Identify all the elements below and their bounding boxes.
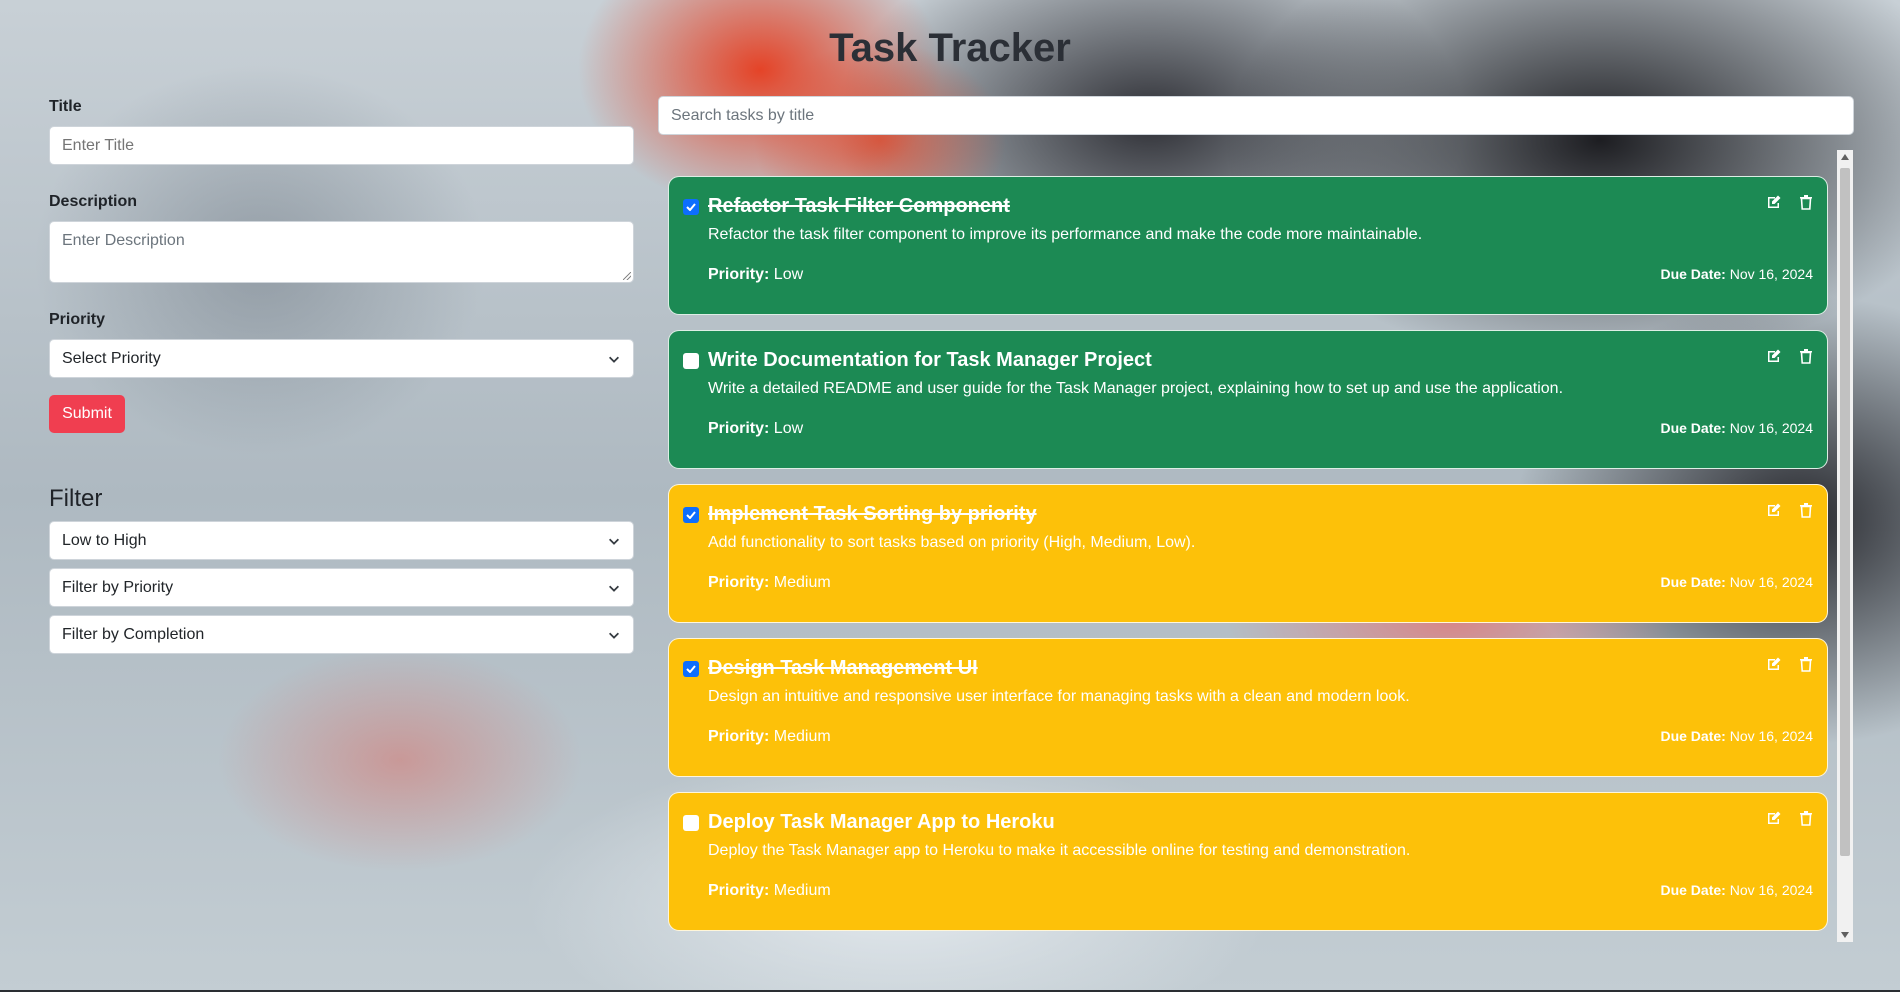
priority-value: Medium	[773, 574, 831, 591]
title-input[interactable]	[49, 126, 634, 165]
due-date-label: Due Date:	[1660, 882, 1726, 898]
priority-label: Priority:	[708, 882, 770, 899]
resize-grip-icon[interactable]	[623, 272, 631, 280]
description-label: Description	[49, 193, 138, 210]
task-priority: Priority: Medium	[708, 728, 831, 746]
completion-filter-value: Filter by Completion	[62, 625, 205, 643]
task-title: Deploy Task Manager App to Heroku	[708, 811, 1055, 833]
task-form: Title Description Enter Description Prio…	[49, 98, 634, 654]
task-due-date: Due Date: Nov 16, 2024	[1660, 882, 1813, 900]
due-date-value: Nov 16, 2024	[1729, 266, 1813, 282]
task-card: Write Documentation for Task Manager Pro…	[668, 330, 1828, 469]
due-date-label: Due Date:	[1660, 728, 1726, 744]
scroll-down-arrow-icon[interactable]	[1837, 928, 1853, 942]
chevron-down-icon	[609, 538, 619, 545]
scroll-thumb[interactable]	[1840, 168, 1850, 856]
task-description: Design an intuitive and responsive user …	[708, 688, 1410, 705]
task-title: Refactor Task Filter Component	[708, 195, 1010, 217]
priority-value: Medium	[773, 728, 831, 745]
priority-filter-select[interactable]: Filter by Priority	[49, 568, 634, 607]
task-due-date: Due Date: Nov 16, 2024	[1660, 420, 1813, 438]
task-priority: Priority: Medium	[708, 574, 831, 592]
task-description: Write a detailed README and user guide f…	[708, 380, 1564, 397]
priority-label: Priority	[49, 311, 106, 328]
chevron-down-icon	[609, 356, 619, 363]
task-description: Deploy the Task Manager app to Heroku to…	[708, 842, 1411, 859]
task-card: Implement Task Sorting by priority Add f…	[668, 484, 1828, 623]
due-date-value: Nov 16, 2024	[1729, 574, 1813, 590]
task-card: Deploy Task Manager App to Heroku Deploy…	[668, 792, 1828, 931]
search-input[interactable]: Search tasks by title	[658, 96, 1854, 135]
delete-icon[interactable]	[1797, 501, 1815, 519]
priority-value: Low	[773, 420, 804, 437]
task-title: Write Documentation for Task Manager Pro…	[708, 349, 1152, 371]
task-due-date: Due Date: Nov 16, 2024	[1660, 728, 1813, 746]
priority-value: Low	[773, 266, 804, 283]
task-due-date: Due Date: Nov 16, 2024	[1660, 266, 1813, 284]
delete-icon[interactable]	[1797, 809, 1815, 827]
task-complete-checkbox[interactable]	[683, 506, 699, 523]
completion-filter-select[interactable]: Filter by Completion	[49, 615, 634, 654]
priority-label: Priority:	[708, 574, 770, 591]
delete-icon[interactable]	[1797, 193, 1815, 211]
description-textarea[interactable]: Enter Description	[49, 221, 634, 283]
scroll-up-arrow-icon[interactable]	[1837, 150, 1853, 164]
due-date-label: Due Date:	[1660, 574, 1726, 590]
filter-heading: Filter	[49, 485, 103, 512]
priority-select[interactable]: Select Priority	[49, 339, 634, 378]
priority-label: Priority:	[708, 266, 770, 283]
title-label: Title	[49, 98, 82, 115]
priority-filter-value: Filter by Priority	[62, 578, 174, 596]
sort-select[interactable]: Low to High	[49, 521, 634, 560]
task-priority: Priority: Medium	[708, 882, 831, 900]
task-list: Refactor Task Filter Component Refactor …	[668, 176, 1828, 946]
search-placeholder: Search tasks by title	[671, 106, 815, 124]
edit-icon[interactable]	[1765, 501, 1783, 519]
delete-icon[interactable]	[1797, 347, 1815, 365]
due-date-value: Nov 16, 2024	[1729, 420, 1813, 436]
due-date-value: Nov 16, 2024	[1729, 882, 1813, 898]
priority-label: Priority:	[708, 420, 770, 437]
task-title: Design Task Management UI	[708, 657, 978, 679]
edit-icon[interactable]	[1765, 809, 1783, 827]
task-complete-checkbox[interactable]	[683, 660, 699, 677]
due-date-value: Nov 16, 2024	[1729, 728, 1813, 744]
task-list-scrollbar[interactable]	[1837, 150, 1853, 942]
due-date-label: Due Date:	[1660, 266, 1726, 282]
task-title: Implement Task Sorting by priority	[708, 503, 1037, 525]
edit-icon[interactable]	[1765, 347, 1783, 365]
description-placeholder: Enter Description	[62, 232, 185, 249]
due-date-label: Due Date:	[1660, 420, 1726, 436]
task-due-date: Due Date: Nov 16, 2024	[1660, 574, 1813, 592]
priority-value: Medium	[773, 882, 831, 899]
task-complete-checkbox[interactable]	[683, 198, 699, 215]
chevron-down-icon	[609, 632, 619, 639]
task-complete-checkbox[interactable]	[683, 814, 699, 831]
chevron-down-icon	[609, 585, 619, 592]
edit-icon[interactable]	[1765, 655, 1783, 673]
task-description: Add functionality to sort tasks based on…	[708, 534, 1196, 551]
priority-select-value: Select Priority	[62, 349, 161, 367]
task-card: Design Task Management UI Design an intu…	[668, 638, 1828, 777]
task-complete-checkbox[interactable]	[683, 352, 699, 369]
priority-label: Priority:	[708, 728, 770, 745]
task-priority: Priority: Low	[708, 266, 803, 284]
task-description: Refactor the task filter component to im…	[708, 226, 1423, 243]
sort-select-value: Low to High	[62, 531, 147, 549]
edit-icon[interactable]	[1765, 193, 1783, 211]
submit-button[interactable]: Submit	[49, 395, 125, 433]
page-title: Task Tracker	[829, 26, 1071, 70]
task-priority: Priority: Low	[708, 420, 803, 438]
task-card: Refactor Task Filter Component Refactor …	[668, 176, 1828, 315]
delete-icon[interactable]	[1797, 655, 1815, 673]
